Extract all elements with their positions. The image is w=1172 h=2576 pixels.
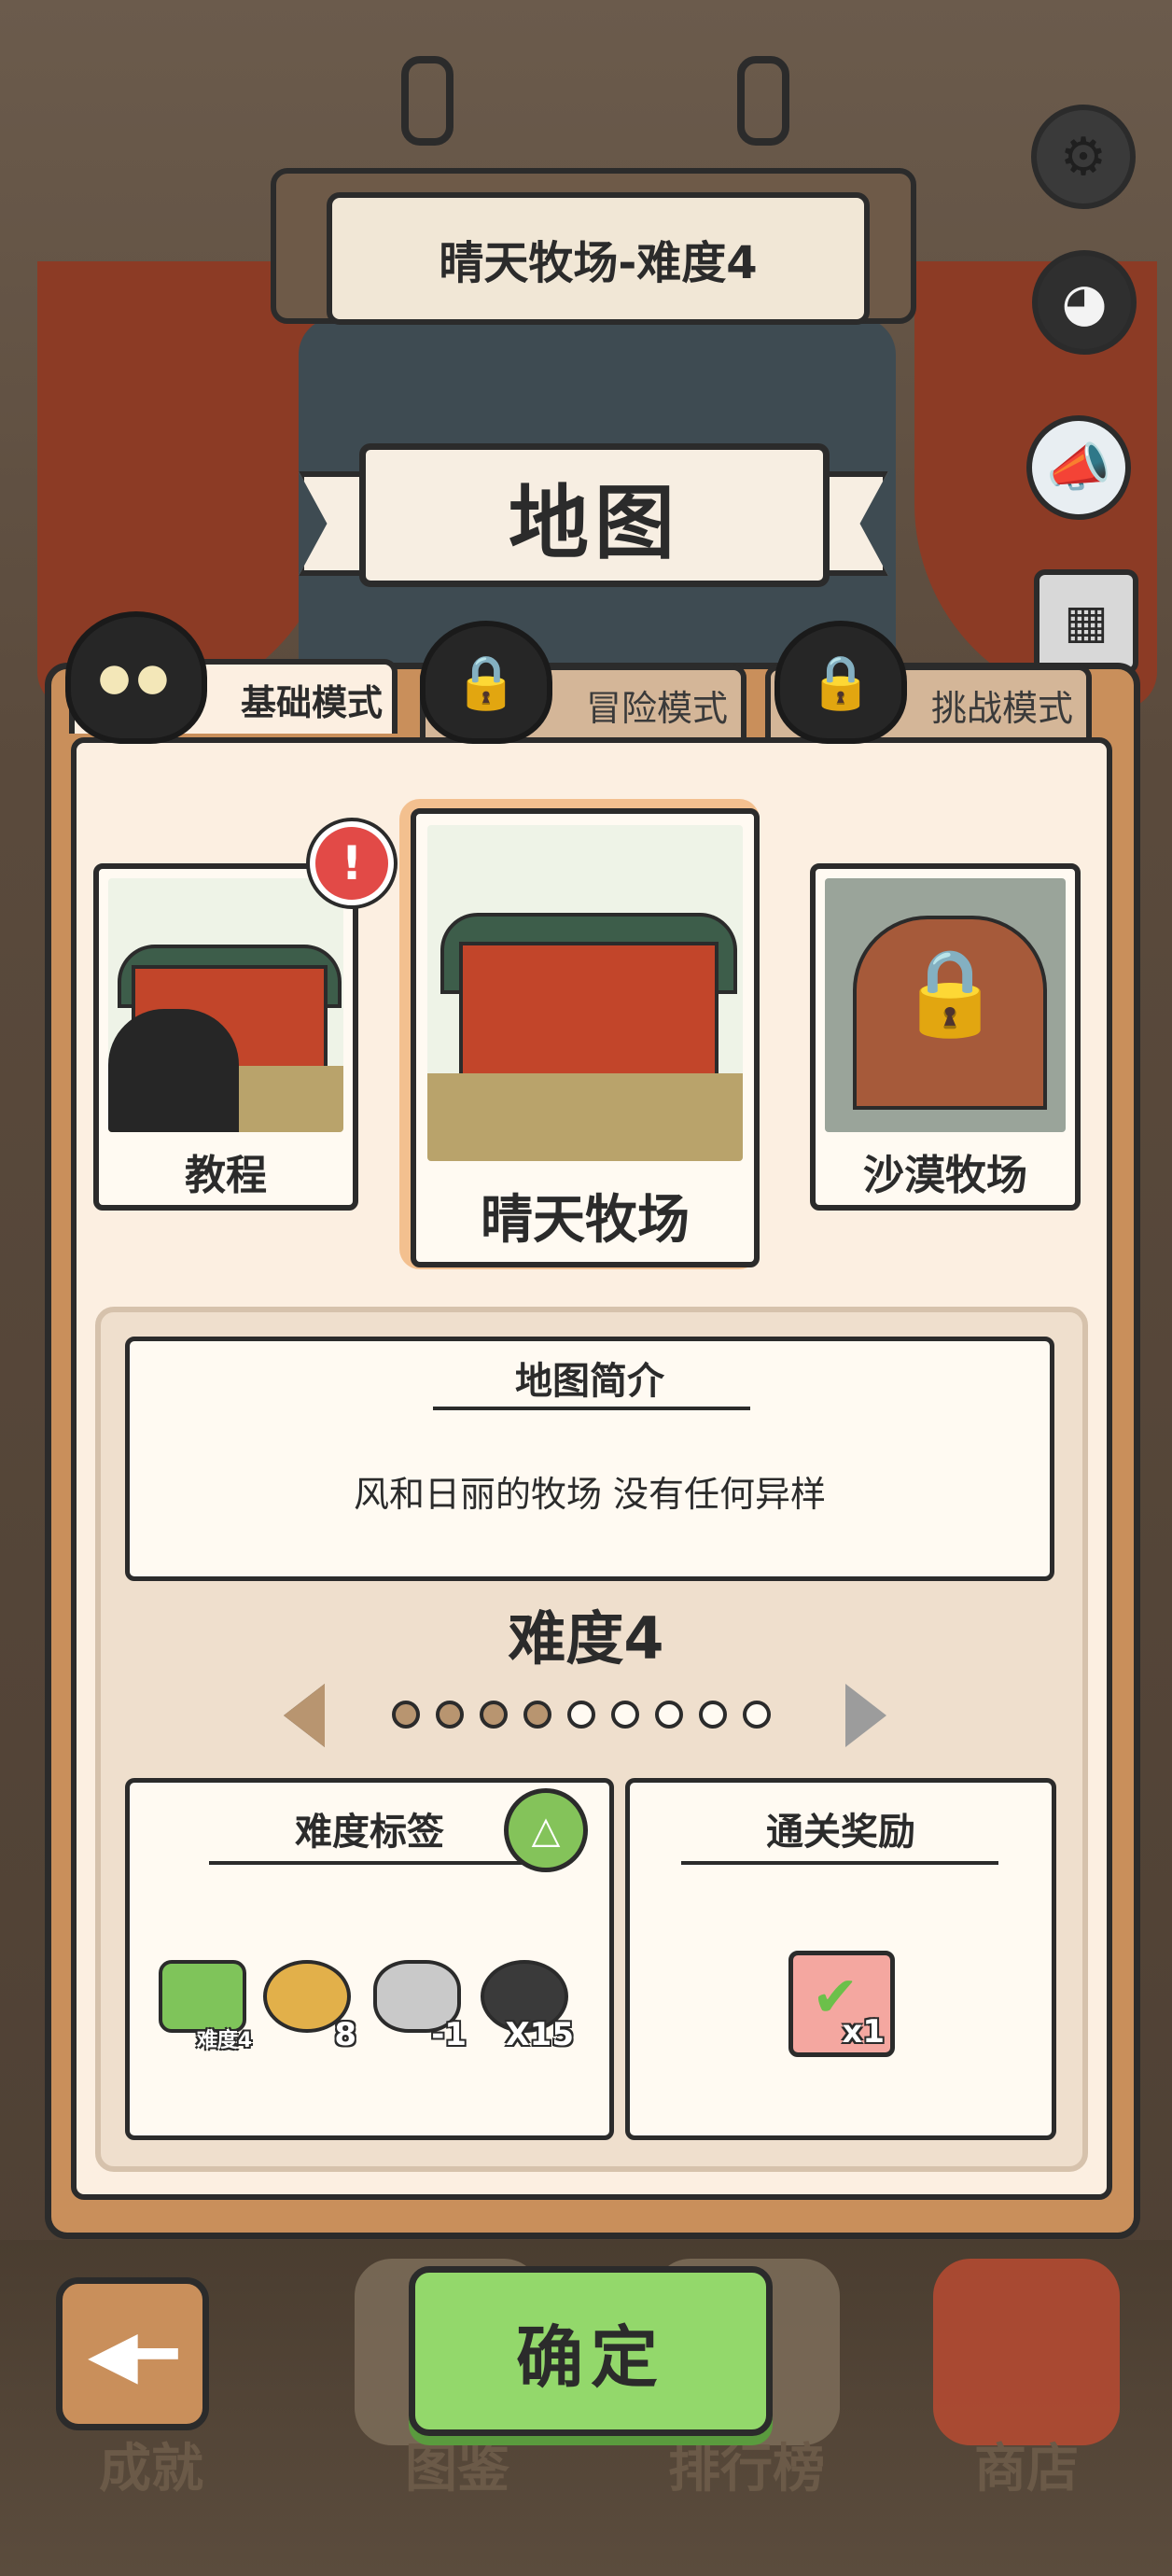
tab-challenge-label: 挑战模式 (930, 687, 1073, 729)
difficulty-dot[interactable] (743, 1701, 771, 1729)
tab-adventure-label: 冒险模式 (585, 687, 728, 729)
tag-can-value: -1 (431, 2016, 467, 2053)
checked-card-icon: ✔ (812, 1965, 859, 2030)
back-arrow-icon: ◀━ (88, 2316, 177, 2392)
description-text: 风和日丽的牧场 没有任何异样 (353, 1474, 827, 1515)
difficulty-dot[interactable] (655, 1701, 683, 1729)
black-cat-icon (108, 1009, 239, 1132)
tags-collapse-button[interactable]: △ (504, 1788, 588, 1872)
tab-basic-label: 基础模式 (240, 681, 383, 723)
reward-title: 通关奖励 (766, 1811, 915, 1854)
sunny-ranch-map-image (427, 825, 743, 1161)
difficulty-dot[interactable] (699, 1701, 727, 1729)
difficulty-dot[interactable] (480, 1701, 508, 1729)
map-name-sunny-ranch: 晴天牧场 (481, 1190, 690, 1251)
map-title-sign: 晴天牧场-难度4 (327, 192, 870, 325)
back-button[interactable]: ◀━ (56, 2277, 209, 2430)
map-header-ribbon: 地图 (359, 443, 830, 587)
difficulty-label: 难度4 (508, 1604, 664, 1673)
tag-paw-count: 8 (263, 1960, 356, 2053)
map-card-desert-ranch[interactable]: 🔒 沙漠牧场 (810, 863, 1081, 1211)
map-card-sunny-ranch[interactable]: 晴天牧场 (411, 808, 760, 1267)
lock-icon: 🔒 (453, 652, 519, 713)
title-underline (433, 1407, 750, 1410)
megaphone-icon[interactable]: 📣 (1026, 415, 1131, 520)
nav-shop[interactable]: 商店 (914, 2427, 1138, 2502)
description-title: 地图简介 (515, 1360, 664, 1403)
nav-leaderboard[interactable]: 排行榜 (635, 2427, 858, 2502)
difficulty-dot[interactable] (567, 1701, 595, 1729)
map-name-tutorial: 教程 (185, 1152, 267, 1199)
map-card-tutorial[interactable]: 教程 (93, 863, 358, 1211)
difficulty-dot[interactable] (611, 1701, 639, 1729)
prev-difficulty-arrow-icon[interactable] (284, 1684, 325, 1747)
black-cat-icon: ●● (65, 611, 207, 744)
shop-stall-icon (933, 2259, 1120, 2445)
difficulty-dot[interactable] (436, 1701, 464, 1729)
difficulty-dot[interactable] (523, 1701, 551, 1729)
tag-creature: X15 (481, 1960, 574, 2053)
tag-paw-value: 8 (334, 2016, 356, 2053)
nav-catalog[interactable]: 图鉴 (345, 2427, 569, 2502)
penguin-avatar-icon[interactable]: ◕ (1032, 250, 1137, 355)
next-difficulty-arrow-icon[interactable] (845, 1684, 886, 1747)
gear-icon[interactable]: ⚙ (1031, 105, 1136, 209)
title-underline (209, 1861, 526, 1865)
lock-icon: 🔒 (808, 652, 873, 713)
sign-chain-right (737, 56, 789, 146)
tag-creature-value: X15 (505, 2016, 574, 2053)
difficulty-arrow-icon (159, 1960, 246, 2033)
alert-badge: ! (310, 821, 394, 905)
difficulty-dot[interactable] (392, 1701, 420, 1729)
lock-icon: 🔒 (898, 944, 1003, 1042)
tag-can: -1 (373, 1960, 467, 2053)
tutorial-map-image (108, 878, 343, 1132)
locked-cat-icon: 🔒 (774, 621, 907, 744)
title-underline (681, 1861, 998, 1865)
calendar-icon[interactable]: ▦ (1034, 569, 1138, 674)
difficulty-level-indicator (392, 1701, 784, 1732)
map-name-desert-ranch: 沙漠牧场 (863, 1152, 1027, 1199)
desert-ranch-map-image: 🔒 (825, 878, 1066, 1132)
locked-cat-icon: 🔒 (420, 621, 552, 744)
tag-difficulty: 难度4 (159, 1960, 252, 2053)
nav-achievements[interactable]: 成就 (39, 2427, 263, 2502)
sign-chain-left (401, 56, 453, 146)
map-description-box: 地图简介 (125, 1337, 1054, 1581)
confirm-button[interactable]: 确定 (409, 2266, 773, 2436)
tag-difficulty-value: 难度4 (196, 2029, 252, 2052)
